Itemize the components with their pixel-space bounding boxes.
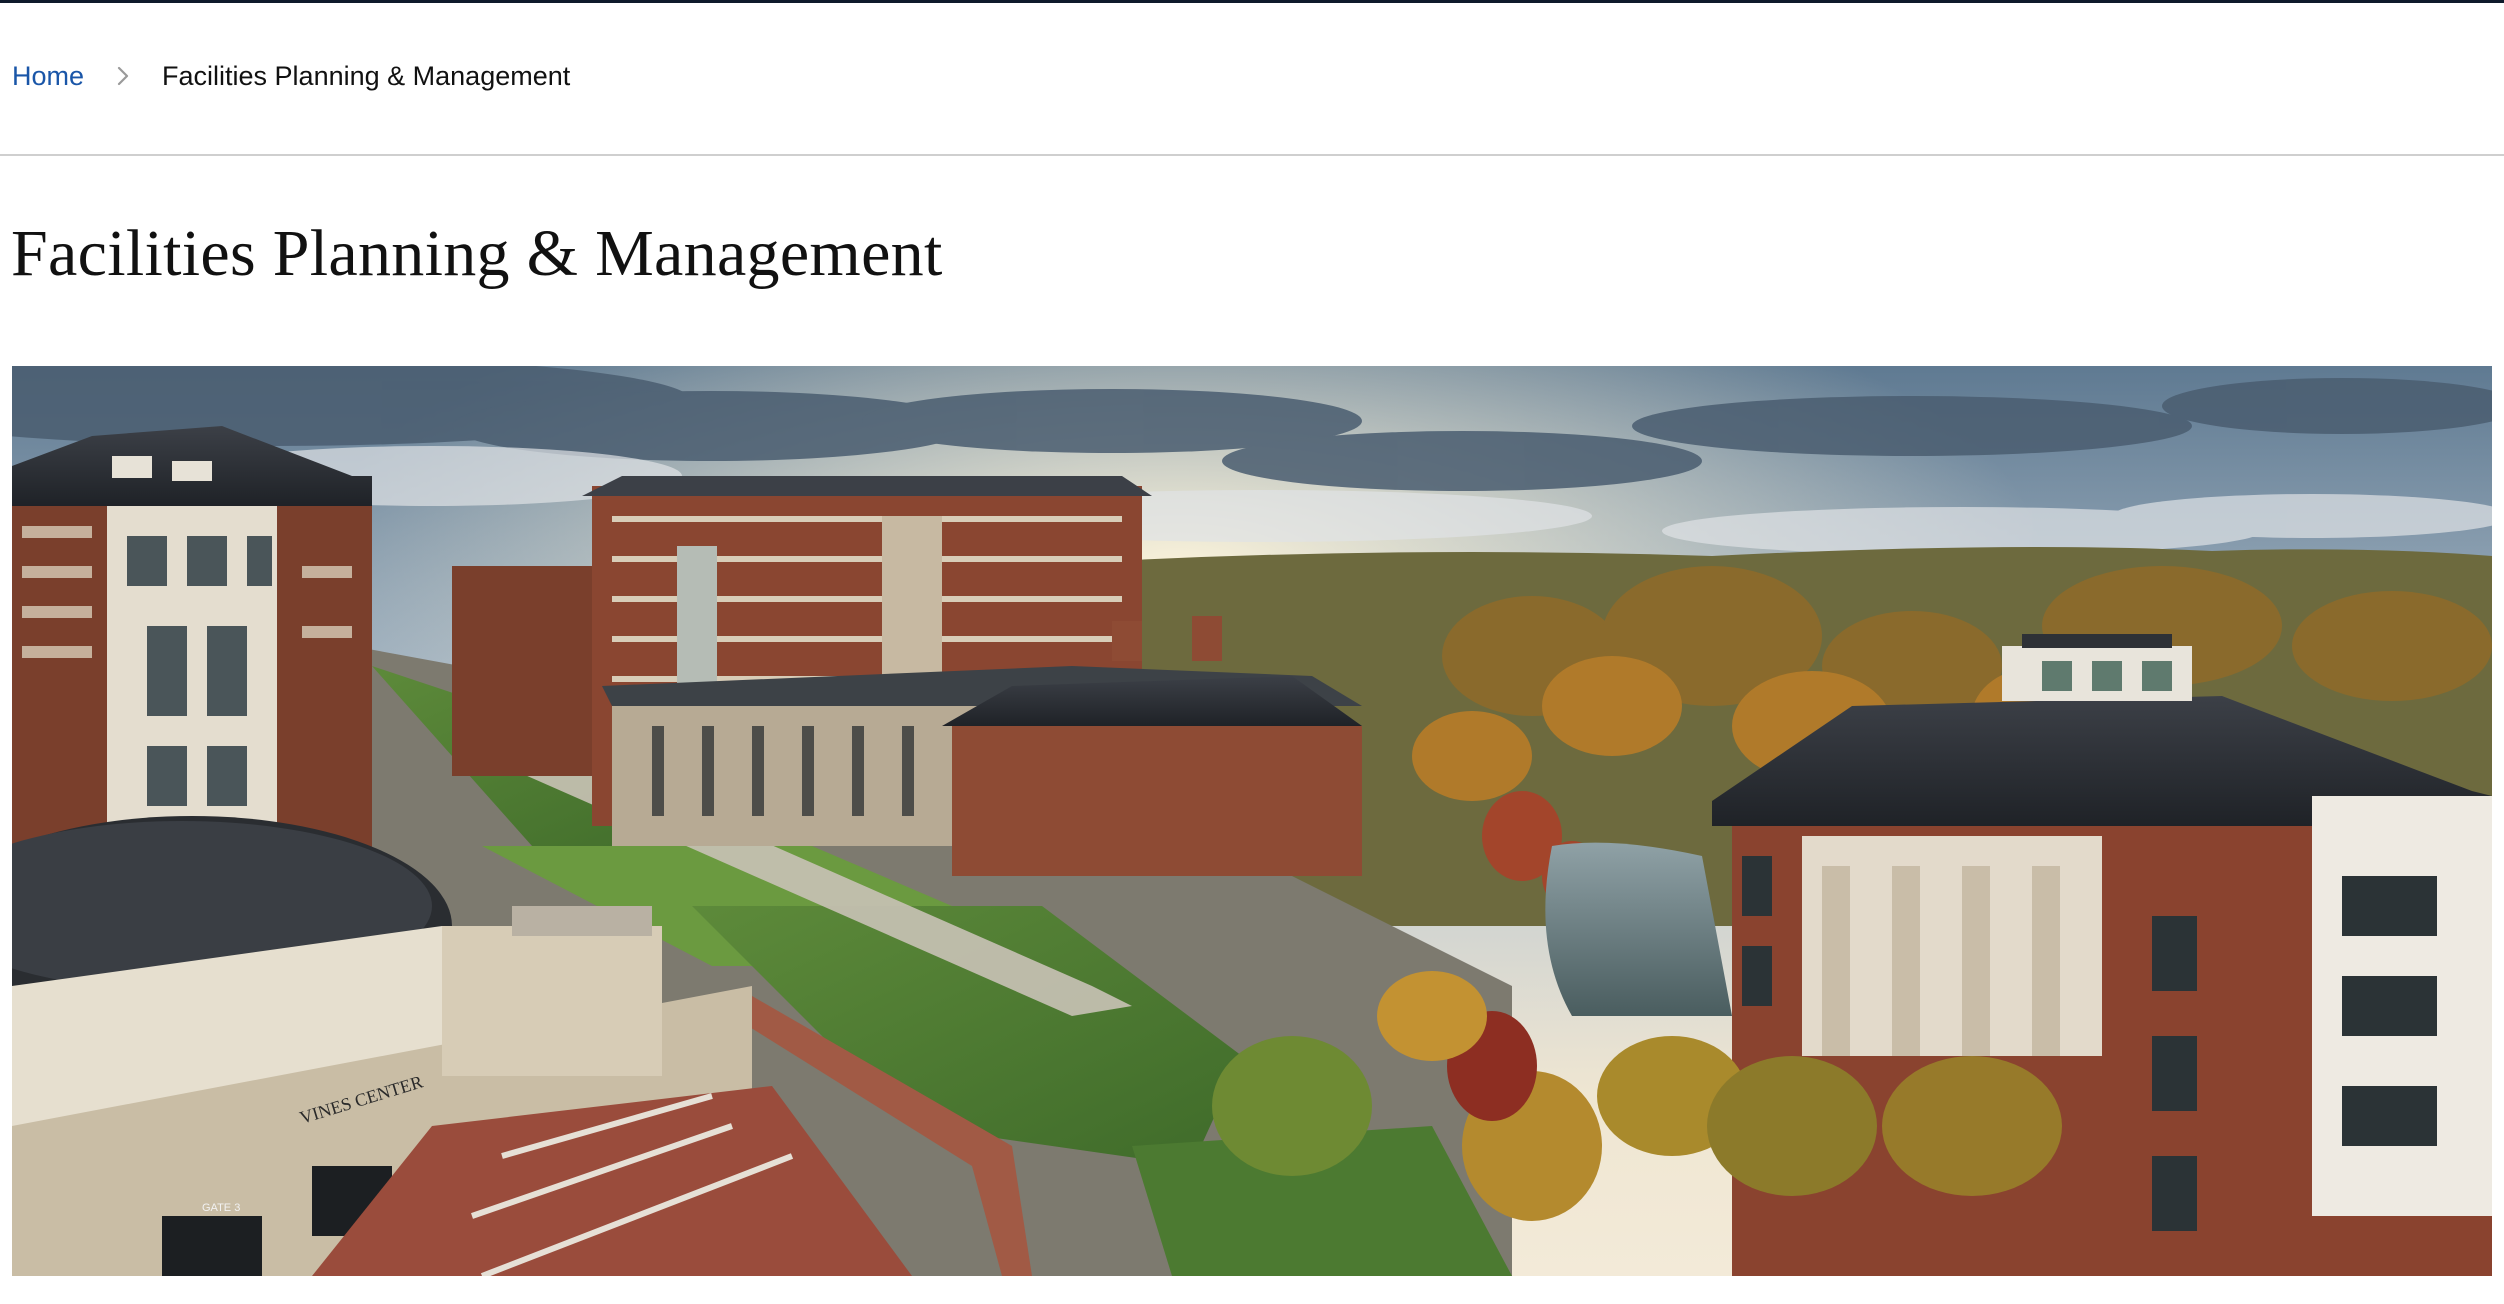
breadcrumb-home-link[interactable]: Home — [12, 61, 84, 92]
breadcrumb-divider — [0, 154, 2504, 156]
gate-label: GATE 3 — [202, 1202, 240, 1214]
page-title: Facilities Planning & Management — [11, 217, 943, 290]
chevron-right-icon — [106, 65, 140, 87]
breadcrumb: Home Facilities Planning & Management — [12, 56, 570, 96]
breadcrumb-current: Facilities Planning & Management — [162, 60, 571, 91]
top-rule — [0, 0, 2504, 3]
hero-image: VINES CENTER GATE 3 — [12, 366, 2492, 1276]
